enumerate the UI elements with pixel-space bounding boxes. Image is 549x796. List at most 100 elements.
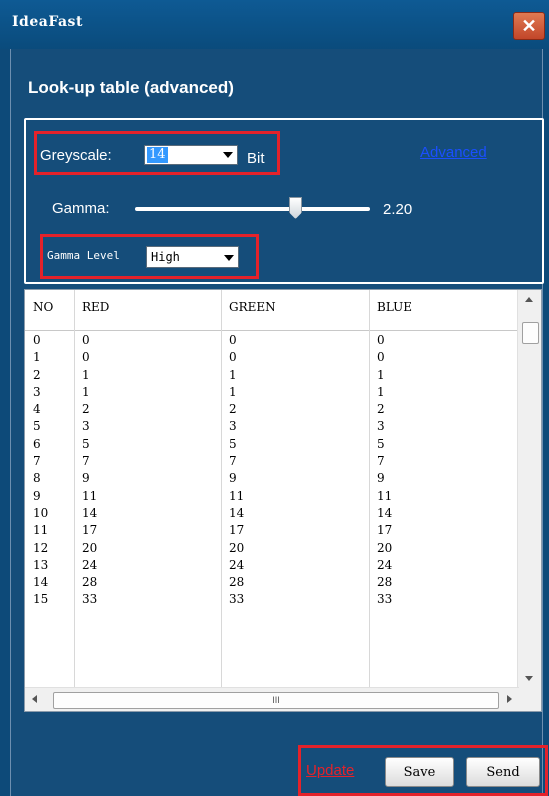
cell-green: 33: [229, 592, 245, 607]
cell-no: 13: [33, 557, 49, 572]
gamma-label: Gamma:: [52, 200, 110, 217]
advanced-link[interactable]: Advanced: [420, 144, 487, 161]
cell-red: 24: [82, 557, 98, 572]
cell-red: 14: [82, 505, 98, 520]
cell-blue: 33: [377, 592, 393, 607]
cell-red: 20: [82, 540, 98, 555]
page-title: Look-up table (advanced): [28, 78, 234, 97]
table-row[interactable]: 5 3 3 3: [25, 418, 519, 435]
cell-no: 8: [33, 471, 41, 486]
column-header-no: NO: [33, 300, 54, 314]
horizontal-scroll-thumb[interactable]: III: [53, 692, 499, 709]
cell-green: 7: [229, 454, 237, 469]
gamma-level-value: High: [151, 250, 180, 264]
app-window: IdeaFast ✕ Look-up table (advanced) Grey…: [0, 0, 549, 796]
cell-green: 5: [229, 436, 237, 451]
update-link[interactable]: Update: [306, 762, 354, 779]
cell-blue: 3: [377, 419, 385, 434]
cell-red: 5: [82, 436, 90, 451]
cell-blue: 28: [377, 575, 393, 590]
cell-green: 3: [229, 419, 237, 434]
cell-no: 15: [33, 592, 49, 607]
cell-red: 33: [82, 592, 98, 607]
table-header: NO RED GREEN BLUE: [25, 290, 519, 331]
table-row[interactable]: 6 5 5 5: [25, 436, 519, 453]
scroll-up-icon[interactable]: [525, 297, 533, 302]
cell-no: 7: [33, 454, 41, 469]
cell-no: 2: [33, 367, 41, 382]
close-icon: ✕: [521, 15, 537, 36]
cell-green: 24: [229, 557, 245, 572]
table-row[interactable]: 9 11 11 11: [25, 488, 519, 505]
cell-blue: 9: [377, 471, 385, 486]
cell-green: 28: [229, 575, 245, 590]
cell-red: 1: [82, 384, 90, 399]
cell-no: 14: [33, 575, 49, 590]
cell-blue: 20: [377, 540, 393, 555]
table-row[interactable]: 10 14 14 14: [25, 505, 519, 522]
cell-green: 0: [229, 333, 237, 347]
cell-no: 6: [33, 436, 41, 451]
table-row[interactable]: 7 7 7 7: [25, 453, 519, 470]
cell-blue: 2: [377, 402, 385, 417]
cell-red: 28: [82, 575, 98, 590]
gamma-value: 2.20: [383, 201, 413, 218]
cell-no: 1: [33, 350, 41, 365]
cell-no: 4: [33, 402, 41, 417]
close-button[interactable]: ✕: [513, 12, 545, 40]
table-row[interactable]: 8 9 9 9: [25, 470, 519, 487]
table-row[interactable]: 15 33 33 33: [25, 591, 519, 608]
cell-red: 0: [82, 350, 90, 365]
chevron-down-icon: [224, 255, 234, 261]
cell-red: 1: [82, 367, 90, 382]
greyscale-unit: Bit: [247, 150, 265, 167]
scrollbar-corner: [518, 688, 541, 711]
cell-no: 9: [33, 488, 41, 503]
table-row[interactable]: 3 1 1 1: [25, 384, 519, 401]
column-header-red: RED: [82, 300, 110, 314]
cell-red: 9: [82, 471, 90, 486]
cell-green: 0: [229, 350, 237, 365]
chevron-down-icon: [223, 152, 233, 158]
cell-blue: 1: [377, 367, 385, 382]
cell-no: 5: [33, 419, 41, 434]
cell-blue: 1: [377, 384, 385, 399]
table-row[interactable]: 2 1 1 1: [25, 367, 519, 384]
cell-green: 11: [229, 488, 245, 503]
horizontal-scrollbar[interactable]: III: [25, 687, 519, 711]
cell-green: 1: [229, 384, 237, 399]
cell-red: 11: [82, 488, 98, 503]
greyscale-value: 14: [147, 147, 168, 163]
table-row[interactable]: 0 0 0 0: [25, 332, 519, 349]
cell-green: 17: [229, 523, 245, 538]
cell-green: 1: [229, 367, 237, 382]
lut-table: NO RED GREEN BLUE 0000100021113111422253…: [24, 289, 542, 712]
cell-blue: 17: [377, 523, 393, 538]
vertical-scroll-thumb[interactable]: [522, 322, 539, 344]
table-row[interactable]: 14 28 28 28: [25, 574, 519, 591]
gamma-level-select[interactable]: High: [146, 246, 239, 268]
gamma-slider-track[interactable]: [135, 207, 370, 211]
table-body: 0 0 0 0 1 0 0 0 2 1 1 1 3 1 1 1 4 2 2 2 5 3 3 3 6 5 5 5 7 7 7 7 8 9 9 9 9 11 1…: [25, 332, 519, 609]
scroll-down-icon[interactable]: [525, 676, 533, 681]
table-row[interactable]: 11 17 17 17: [25, 522, 519, 539]
cell-blue: 24: [377, 557, 393, 572]
vertical-scrollbar[interactable]: [517, 290, 541, 688]
column-header-green: GREEN: [229, 300, 276, 314]
scroll-left-icon[interactable]: [32, 695, 37, 703]
scroll-right-icon[interactable]: [507, 695, 512, 703]
column-header-blue: BLUE: [377, 300, 413, 314]
greyscale-select[interactable]: 14: [144, 145, 238, 165]
table-row[interactable]: 12 20 20 20: [25, 540, 519, 557]
send-button[interactable]: Send: [466, 757, 540, 787]
table-row[interactable]: 1 0 0 0: [25, 349, 519, 366]
table-row[interactable]: 4 2 2 2: [25, 401, 519, 418]
cell-red: 3: [82, 419, 90, 434]
cell-blue: 0: [377, 350, 385, 365]
table-row[interactable]: 13 24 24 24: [25, 557, 519, 574]
cell-green: 9: [229, 471, 237, 486]
save-button[interactable]: Save: [385, 757, 454, 787]
cell-blue: 5: [377, 436, 385, 451]
cell-blue: 0: [377, 333, 385, 347]
cell-green: 20: [229, 540, 245, 555]
